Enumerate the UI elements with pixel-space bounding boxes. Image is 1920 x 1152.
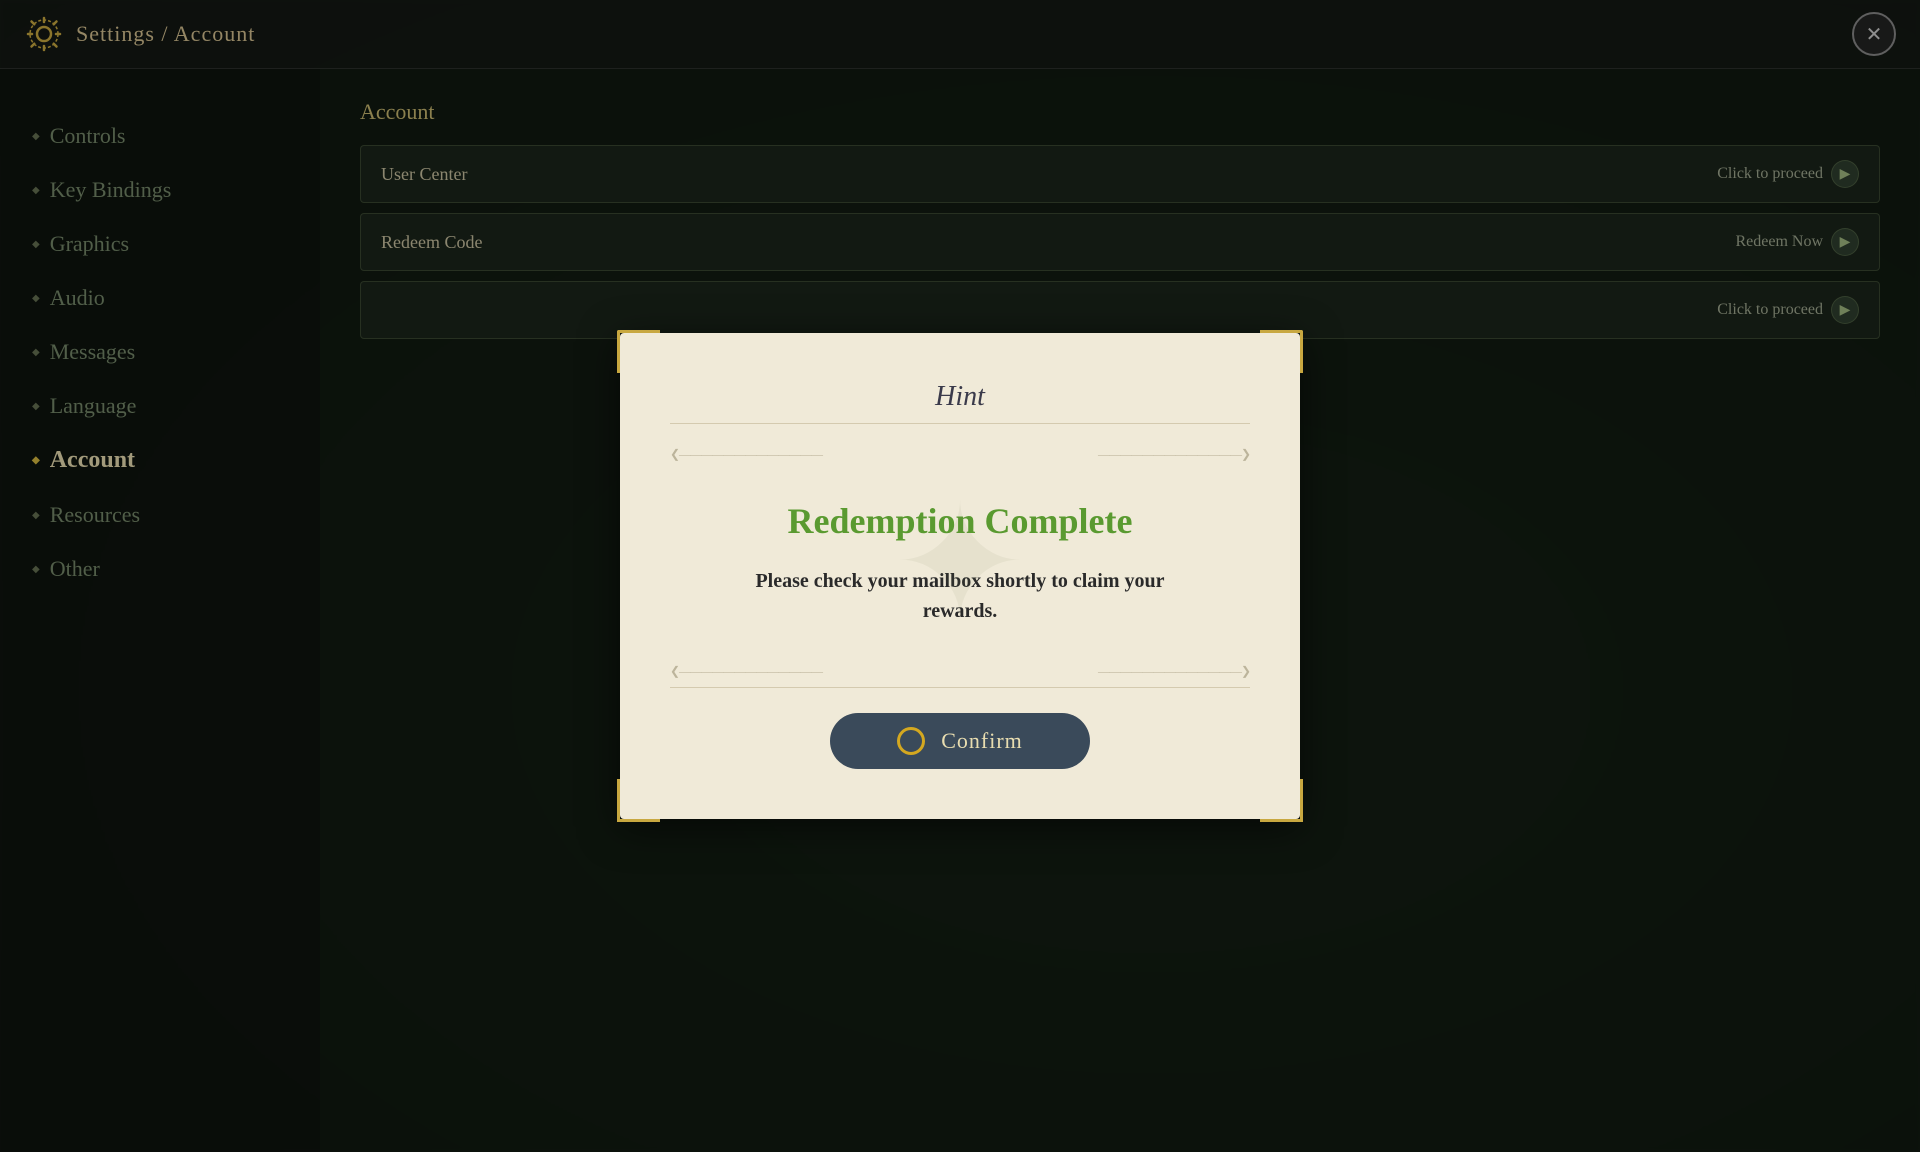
watermark: ✦ [860, 463, 1060, 663]
dialog-inner: Hint ✦ Redemption Complete Please check … [620, 333, 1300, 819]
hint-dialog: Hint ✦ Redemption Complete Please check … [620, 333, 1300, 819]
dialog-title: Hint [935, 381, 985, 412]
confirm-icon [897, 727, 925, 755]
dialog-message: Please check your mailbox shortly to cla… [690, 566, 1230, 626]
dialog-footer: Confirm [670, 713, 1250, 779]
dialog-header: Hint [670, 363, 1250, 424]
deco-line-top [670, 439, 1250, 470]
modal-overlay: Hint ✦ Redemption Complete Please check … [0, 0, 1920, 1152]
confirm-label: Confirm [941, 728, 1023, 754]
redemption-complete-heading: Redemption Complete [690, 500, 1230, 542]
dialog-body: ✦ Redemption Complete Please check your … [670, 470, 1250, 656]
deco-line-bottom [670, 656, 1250, 687]
dialog-divider [670, 687, 1250, 688]
confirm-button[interactable]: Confirm [830, 713, 1090, 769]
